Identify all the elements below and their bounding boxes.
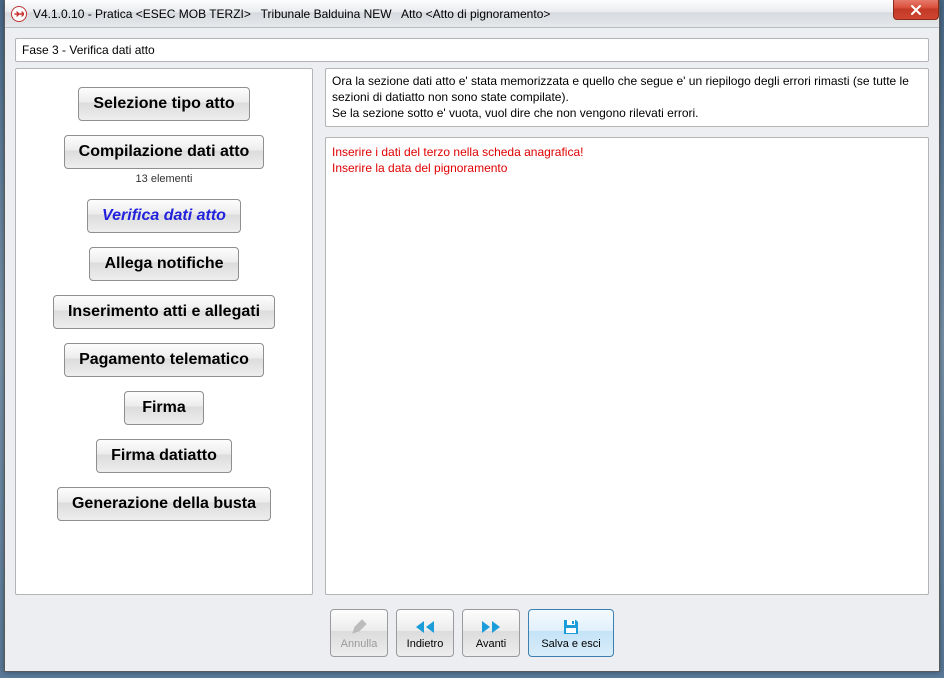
indietro-label: Indietro — [407, 639, 444, 650]
step-btn-firma[interactable]: Firma — [124, 391, 204, 425]
annulla-button: Annulla — [330, 609, 388, 657]
pencil-icon — [350, 617, 368, 637]
avanti-button[interactable]: Avanti — [462, 609, 520, 657]
step-generazione-busta: Generazione della busta — [57, 487, 271, 521]
step-verifica-dati-atto: Verifica dati atto — [87, 199, 241, 233]
rewind-icon — [414, 617, 436, 637]
step-btn-compilazione-dati-atto[interactable]: Compilazione dati atto — [64, 135, 265, 169]
content-panel: Ora la sezione dati atto e' stata memori… — [325, 68, 929, 595]
step-firma: Firma — [124, 391, 204, 425]
app-window: V4.1.0.10 - Pratica <ESEC MOB TERZI> Tri… — [4, 0, 940, 672]
step-btn-allega-notifiche[interactable]: Allega notifiche — [89, 247, 238, 281]
titlebar: V4.1.0.10 - Pratica <ESEC MOB TERZI> Tri… — [5, 0, 939, 28]
window-title: V4.1.0.10 - Pratica <ESEC MOB TERZI> Tri… — [33, 7, 550, 21]
step-btn-generazione-busta[interactable]: Generazione della busta — [57, 487, 271, 521]
step-btn-firma-datiatto[interactable]: Firma datiatto — [96, 439, 232, 473]
step-allega-notifiche: Allega notifiche — [89, 247, 238, 281]
client-area: Fase 3 - Verifica dati atto Selezione ti… — [5, 28, 939, 671]
step-sub-compilazione: 13 elementi — [136, 173, 193, 185]
salva-label: Salva e esci — [541, 639, 600, 650]
save-icon — [562, 617, 580, 637]
step-firma-datiatto: Firma datiatto — [96, 439, 232, 473]
footer-toolbar: Annulla Indietro Avanti — [15, 601, 929, 661]
errors-list: Inserire i dati del terzo nella scheda a… — [325, 137, 929, 595]
step-compilazione-dati-atto: Compilazione dati atto 13 elementi — [64, 135, 265, 185]
phase-label: Fase 3 - Verifica dati atto — [15, 38, 929, 62]
step-btn-verifica-dati-atto[interactable]: Verifica dati atto — [87, 199, 241, 233]
app-icon — [11, 6, 27, 22]
step-inserimento-atti-allegati: Inserimento atti e allegati — [53, 295, 275, 329]
salva-e-esci-button[interactable]: Salva e esci — [528, 609, 614, 657]
step-btn-selezione-tipo-atto[interactable]: Selezione tipo atto — [78, 87, 249, 121]
info-text: Ora la sezione dati atto e' stata memori… — [325, 68, 929, 127]
main-row: Selezione tipo atto Compilazione dati at… — [15, 68, 929, 595]
steps-panel: Selezione tipo atto Compilazione dati at… — [15, 68, 313, 595]
indietro-button[interactable]: Indietro — [396, 609, 454, 657]
annulla-label: Annulla — [341, 639, 378, 650]
window-close-button[interactable] — [893, 0, 939, 20]
fast-forward-icon — [480, 617, 502, 637]
step-pagamento-telematico: Pagamento telematico — [64, 343, 264, 377]
step-btn-pagamento-telematico[interactable]: Pagamento telematico — [64, 343, 264, 377]
step-btn-inserimento-atti-allegati[interactable]: Inserimento atti e allegati — [53, 295, 275, 329]
step-selezione-tipo-atto: Selezione tipo atto — [78, 87, 249, 121]
avanti-label: Avanti — [476, 639, 506, 650]
